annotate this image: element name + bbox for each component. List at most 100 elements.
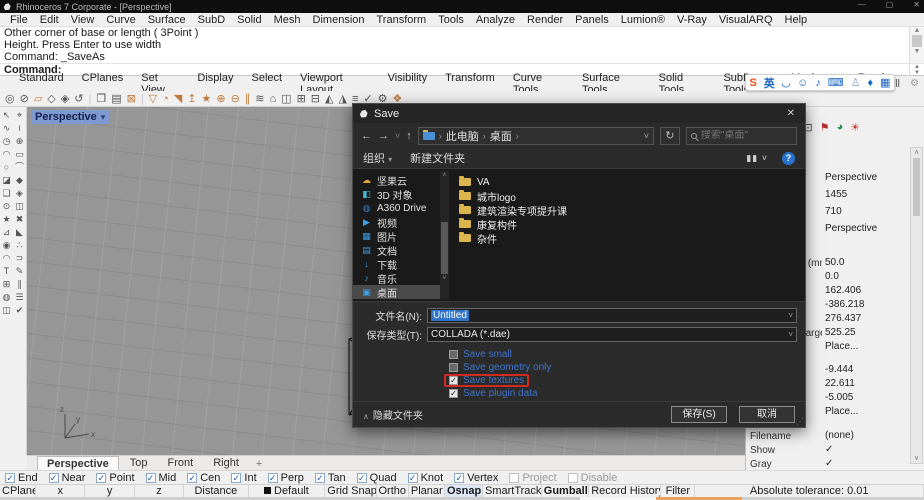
osnap-checkbox[interactable] bbox=[454, 472, 465, 483]
search-box[interactable] bbox=[685, 126, 797, 145]
osnap-toggle[interactable]: Knot bbox=[407, 472, 443, 484]
fillet-icon[interactable]: ⊿ bbox=[0, 226, 13, 239]
option-checkbox[interactable] bbox=[449, 389, 458, 398]
sogou-logo-icon[interactable]: S bbox=[749, 77, 756, 89]
osnap-toggle[interactable]: Tan bbox=[314, 472, 346, 484]
cage-icon[interactable]: ◫ bbox=[0, 304, 13, 317]
menu-item[interactable]: View bbox=[65, 14, 101, 26]
folder-item[interactable]: 康复构件 bbox=[459, 217, 805, 232]
extend-icon[interactable]: ⊃ bbox=[13, 252, 26, 265]
pan-view-icon[interactable]: ↥ bbox=[187, 92, 196, 106]
folder-item[interactable]: 杂件 bbox=[459, 231, 805, 246]
cylinder-icon[interactable]: ⊙ bbox=[0, 200, 13, 213]
menu-item[interactable]: V-Ray bbox=[671, 14, 713, 26]
osnap-toggle[interactable]: End bbox=[5, 472, 38, 484]
option-checkbox[interactable] bbox=[449, 376, 458, 385]
viewport-tab[interactable]: Top bbox=[121, 456, 157, 470]
offset-icon[interactable]: ⌒ bbox=[13, 161, 26, 174]
command-scrollbar[interactable]: ▲ ▼ bbox=[909, 27, 924, 63]
zoom-window-icon[interactable]: ◥ bbox=[174, 92, 182, 106]
option-checkbox[interactable] bbox=[449, 350, 458, 359]
property-value[interactable]: Perspective bbox=[822, 172, 908, 185]
render-icon[interactable]: ★ bbox=[201, 92, 211, 106]
select-icon[interactable]: ↖ bbox=[0, 109, 13, 122]
resize-grip[interactable]: ⋰ bbox=[796, 417, 804, 426]
zoom-out-icon[interactable]: ⊖ bbox=[231, 92, 240, 106]
named-view-icon[interactable]: ◫ bbox=[281, 92, 291, 106]
osnap-checkbox[interactable] bbox=[267, 472, 278, 483]
add-viewport-icon[interactable]: + bbox=[250, 458, 268, 470]
viewport-tab[interactable]: Right bbox=[204, 456, 248, 470]
save-button[interactable]: 保存(S) bbox=[671, 406, 727, 423]
layer-manager-icon[interactable]: ⊟ bbox=[311, 92, 320, 106]
check-icon[interactable]: ✔ bbox=[13, 304, 26, 317]
zoom-extents-icon[interactable]: ▽ bbox=[149, 92, 157, 106]
cut-icon[interactable]: ◈ bbox=[61, 92, 69, 106]
close-button[interactable]: ✕ bbox=[913, 0, 920, 9]
menu-item[interactable]: Analyze bbox=[470, 14, 521, 26]
osnap-checkbox[interactable] bbox=[314, 472, 325, 483]
property-value[interactable]: 1455 bbox=[822, 189, 908, 202]
chamfer-icon[interactable]: ◣ bbox=[13, 226, 26, 239]
mic-icon[interactable]: ♪ bbox=[815, 77, 821, 89]
osnap-checkbox[interactable] bbox=[5, 472, 15, 483]
array-icon[interactable]: ∴ bbox=[13, 239, 26, 252]
shade-icon[interactable]: ◭ bbox=[325, 92, 333, 106]
explode-icon[interactable]: ★ bbox=[0, 213, 13, 226]
osnap-toggle[interactable]: Disable bbox=[567, 472, 617, 484]
delete-icon[interactable]: ⊠ bbox=[127, 92, 136, 106]
menu-item[interactable]: Mesh bbox=[268, 14, 307, 26]
language-en-icon[interactable]: 英 bbox=[764, 75, 775, 91]
lasso-icon[interactable]: ⌖ bbox=[13, 109, 26, 122]
property-value[interactable]: 22.611 bbox=[822, 378, 908, 391]
boolean-icon[interactable]: ◉ bbox=[0, 239, 13, 252]
up-button[interactable]: ↑ bbox=[406, 130, 412, 142]
breadcrumb[interactable]: › 此电脑 › 桌面 › ˅ bbox=[417, 126, 654, 145]
property-value[interactable]: Place... bbox=[822, 406, 908, 419]
annotate-icon[interactable]: ✎ bbox=[13, 265, 26, 278]
solid-icon[interactable]: ◆ bbox=[13, 174, 26, 187]
layers-icon[interactable]: ☰ bbox=[13, 291, 26, 304]
osnap-toggle[interactable]: Near bbox=[48, 472, 85, 484]
folder-item[interactable]: 建筑渲染专项提升课 bbox=[459, 203, 805, 218]
move-icon[interactable]: ≋ bbox=[255, 92, 264, 106]
sidebar-place-item[interactable]: ◧ 3D 对象 bbox=[353, 187, 449, 202]
sun-tab-icon[interactable]: ☀ bbox=[850, 121, 860, 134]
viewport-title[interactable]: Perspective ▾ bbox=[31, 110, 110, 124]
menu-item[interactable]: Solid bbox=[231, 14, 267, 26]
menu-item[interactable]: Help bbox=[779, 14, 814, 26]
property-value[interactable]: 50.0 bbox=[822, 257, 908, 270]
print-icon[interactable]: ◇ bbox=[47, 92, 55, 106]
flag-tab-icon[interactable]: ⚑ bbox=[820, 121, 830, 134]
folder-item[interactable]: VA bbox=[459, 175, 805, 189]
point-icon[interactable]: ⊕ bbox=[13, 135, 26, 148]
organize-button[interactable]: 组织 ▾ bbox=[363, 150, 392, 166]
render-ball-tab-icon[interactable]: ◕ bbox=[837, 121, 844, 134]
new-file-icon[interactable]: ◎ bbox=[5, 92, 15, 106]
grid-icon[interactable]: ⊞ bbox=[0, 278, 13, 291]
keyboard-icon[interactable]: ⌨ bbox=[828, 76, 844, 89]
new-folder-button[interactable]: 新建文件夹 bbox=[410, 150, 465, 166]
menu-item[interactable]: Lumion® bbox=[615, 14, 671, 26]
view-mode-button[interactable]: ▮▮ ˅ bbox=[746, 153, 768, 164]
property-value[interactable]: ✓ bbox=[822, 444, 908, 457]
filetype-chevron-icon[interactable]: ˅ bbox=[788, 330, 793, 339]
gear-icon[interactable]: ⚙ bbox=[910, 78, 919, 89]
history-chevron-icon[interactable]: ˅ bbox=[395, 131, 400, 141]
circle-icon[interactable]: ◷ bbox=[0, 135, 13, 148]
osnap-toggle[interactable]: Quad bbox=[356, 472, 397, 484]
sidebar-place-item[interactable]: ▦ 图片 bbox=[353, 229, 449, 244]
menu-item[interactable]: Render bbox=[521, 14, 569, 26]
toolbox-icon[interactable]: ▦ bbox=[880, 76, 890, 89]
sidebar-place-item[interactable]: ♪ 音乐 bbox=[353, 271, 449, 286]
arc-icon[interactable]: ◠ bbox=[0, 148, 13, 161]
help-button[interactable]: ? bbox=[782, 151, 795, 165]
open-file-icon[interactable]: ⊘ bbox=[20, 92, 29, 106]
property-value[interactable]: -386.218 bbox=[822, 299, 908, 312]
menu-item[interactable]: File bbox=[4, 14, 34, 26]
sidebar-scrollbar[interactable]: ∧ ∨ bbox=[440, 171, 449, 299]
ghosted-icon[interactable]: ◮ bbox=[338, 92, 346, 106]
freeform-icon[interactable]: ≀ bbox=[13, 122, 26, 135]
separator[interactable]: | bbox=[88, 92, 91, 106]
input-mode-icon[interactable]: ◡ bbox=[782, 76, 790, 89]
